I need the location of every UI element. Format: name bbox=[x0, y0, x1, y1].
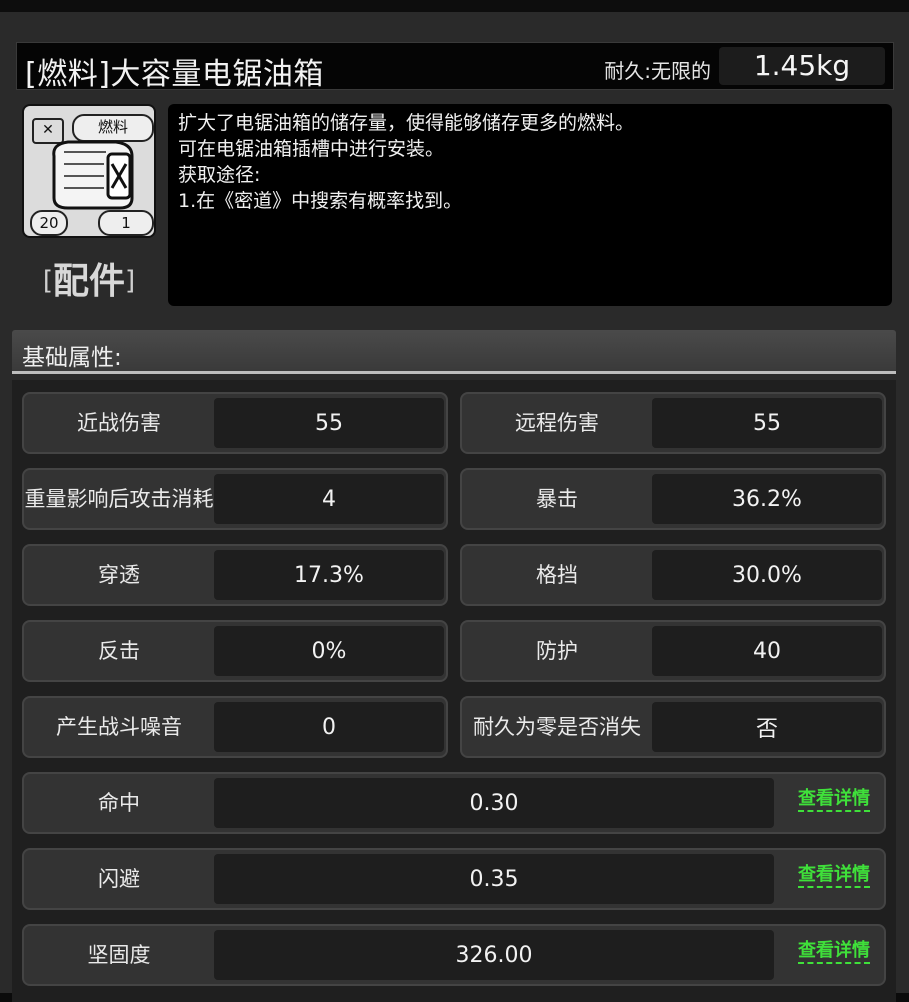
stat-evasion: 闪避 0.35 查看详情 bbox=[22, 848, 886, 910]
view-details-link[interactable]: 查看详情 bbox=[798, 864, 870, 888]
stat-counter: 反击 0% bbox=[22, 620, 448, 682]
description-line: 可在电锯油箱插槽中进行安装。 bbox=[178, 138, 445, 160]
icon-count-right: 1 bbox=[98, 210, 154, 236]
stat-block: 格挡 30.0% bbox=[460, 544, 886, 606]
item-description: 扩大了电锯油箱的储存量，使得能够储存更多的燃料。 可在电锯油箱插槽中进行安装。 … bbox=[168, 104, 892, 306]
description-line: 扩大了电锯油箱的储存量，使得能够储存更多的燃料。 bbox=[178, 112, 635, 134]
description-line: 获取途径: bbox=[178, 164, 261, 186]
view-details-link[interactable]: 查看详情 bbox=[798, 788, 870, 812]
item-detail-panel: [燃料]大容量电锯油箱 耐久:无限的 1.45kg ✕ 燃料 20 1 [配件]… bbox=[0, 0, 909, 1002]
item-title: [燃料]大容量电锯油箱 bbox=[25, 57, 324, 92]
stat-ranged-damage: 远程伤害 55 bbox=[460, 392, 886, 454]
stat-sturdiness: 坚固度 326.00 查看详情 bbox=[22, 924, 886, 986]
description-line: 1.在《密道》中搜索有概率找到。 bbox=[178, 190, 463, 212]
durability-label: 耐久:无限的 bbox=[604, 59, 711, 83]
stat-accuracy: 命中 0.30 查看详情 bbox=[22, 772, 886, 834]
stat-protection: 防护 40 bbox=[460, 620, 886, 682]
item-header: [燃料]大容量电锯油箱 耐久:无限的 1.45kg bbox=[16, 42, 894, 92]
stat-combat-noise: 产生战斗噪音 0 bbox=[22, 696, 448, 758]
stat-melee-damage: 近战伤害 55 bbox=[22, 392, 448, 454]
item-weight: 1.45kg bbox=[719, 47, 885, 85]
view-details-link[interactable]: 查看详情 bbox=[798, 940, 870, 964]
section-title: 基础属性: bbox=[22, 345, 122, 371]
stat-attack-cost: 重量影响后攻击消耗 4 bbox=[22, 468, 448, 530]
stat-penetration: 穿透 17.3% bbox=[22, 544, 448, 606]
item-icon: ✕ 燃料 20 1 bbox=[22, 104, 156, 238]
stat-critical: 暴击 36.2% bbox=[460, 468, 886, 530]
section-header: 基础属性: bbox=[12, 330, 896, 374]
icon-count-left: 20 bbox=[30, 210, 68, 236]
item-category: [配件] bbox=[42, 261, 136, 302]
stat-vanish-on-break: 耐久为零是否消失否 bbox=[460, 696, 886, 758]
